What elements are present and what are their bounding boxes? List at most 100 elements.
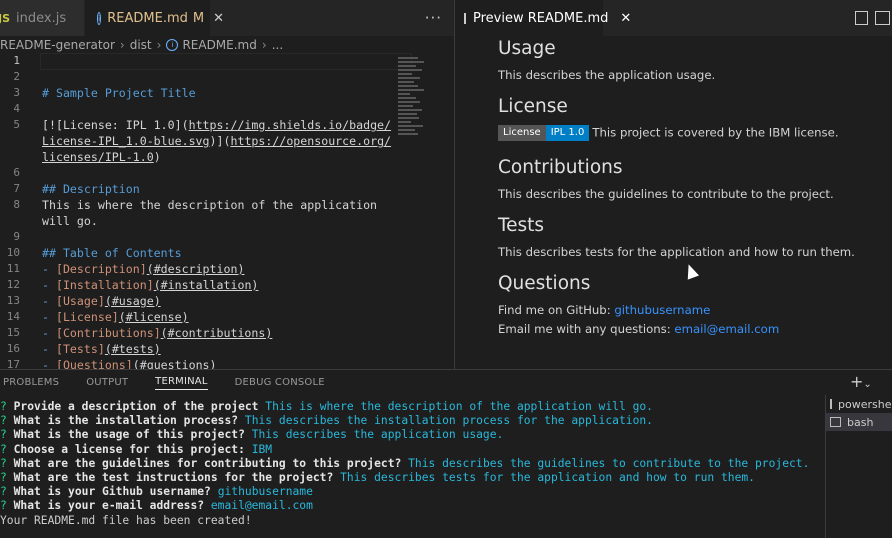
terminal-line: ? What are the test instructions for the…: [0, 470, 755, 484]
close-icon[interactable]: ✕: [620, 11, 631, 26]
tab-terminal[interactable]: TERMINAL: [155, 376, 208, 390]
split-editor-icon[interactable]: [875, 11, 890, 25]
terminal-line: ? Choose a license for this project: IBM: [0, 442, 273, 456]
heading-usage: Usage: [498, 38, 556, 59]
terminal-final-line: Your README.md file has been created!: [0, 513, 252, 527]
breadcrumb-item[interactable]: README-generator: [0, 38, 115, 52]
add-terminal-icon[interactable]: +: [850, 372, 863, 391]
chevron-right-icon: ›: [261, 38, 267, 52]
terminal-line: ? What is the installation process? This…: [0, 414, 653, 428]
terminal-list: powershell bash: [825, 395, 892, 538]
modified-indicator: M: [192, 10, 205, 26]
code-line-wrap: will go.: [42, 214, 98, 228]
paragraph-license: License IPL 1.0 This project is covered by…: [498, 125, 839, 141]
minimap[interactable]: [398, 57, 428, 147]
line-number: 5: [13, 118, 20, 131]
tab-preview-readme[interactable]: Preview README.md ✕: [455, 0, 631, 36]
tab-readme-md[interactable]: i README.md M ✕: [85, 0, 224, 36]
terminal-line: ? What is the usage of this project? Thi…: [0, 428, 504, 442]
bottom-panel: PROBLEMS OUTPUT TERMINAL DEBUG CONSOLE +…: [0, 369, 892, 538]
chevron-right-icon: ›: [119, 38, 125, 52]
line-number: 7: [13, 182, 20, 195]
tab-debug-console[interactable]: DEBUG CONSOLE: [235, 377, 325, 388]
info-icon: i: [97, 11, 102, 25]
editor-tab-bar: JS index.js i README.md M ✕ ···: [0, 0, 454, 36]
tab-index-js[interactable]: JS index.js: [0, 0, 84, 36]
code-line: ## Description: [42, 182, 140, 196]
chevron-right-icon: ›: [156, 38, 162, 52]
code-line-wrap: License-IPL_1.0-blue.svg)](https://opens…: [42, 134, 392, 148]
breadcrumb-item[interactable]: ...: [272, 38, 283, 52]
tab-label: Preview README.md: [473, 10, 609, 26]
paragraph-contributions: This describes the guidelines to contrib…: [498, 187, 834, 201]
panel-tab-bar: PROBLEMS OUTPUT TERMINAL DEBUG CONSOLE: [0, 370, 820, 395]
line-number: 15: [6, 326, 20, 339]
editor-scrollbar[interactable]: [444, 60, 454, 369]
terminal-line: ? What is your Github username? githubus…: [0, 485, 313, 499]
line-number: 16: [6, 342, 20, 355]
license-badge[interactable]: License IPL 1.0: [498, 125, 590, 141]
paragraph-tests: This describes tests for the application…: [498, 245, 855, 259]
terminal-line: ? What are the guidelines for contributi…: [0, 456, 810, 470]
paragraph-email: Email me with any questions: email@email…: [498, 322, 780, 336]
breadcrumb-item[interactable]: dist: [130, 38, 152, 52]
code-line: - [Tests](#tests): [42, 342, 161, 356]
tab-label: README.md: [107, 10, 188, 26]
code-line: ## Table of Contents: [42, 246, 182, 260]
line-number: 17: [6, 358, 20, 369]
terminal-line: ? What is your e-mail address? email@ema…: [0, 499, 313, 513]
preview-icon: [464, 12, 466, 24]
github-link[interactable]: githubusername: [614, 303, 710, 317]
line-number: 10: [6, 246, 20, 259]
heading-contributions: Contributions: [498, 157, 623, 178]
heading-questions: Questions: [498, 273, 591, 294]
line-number: 2: [13, 70, 20, 83]
open-source-icon[interactable]: [855, 11, 868, 25]
code-line: # Sample Project Title: [42, 86, 196, 100]
line-number: 6: [13, 166, 20, 179]
code-line-wrap: licenses/IPL-1.0): [42, 150, 161, 164]
chevron-down-icon[interactable]: ⌄: [863, 379, 871, 390]
code-line: This is where the description of the app…: [42, 198, 378, 212]
paragraph-usage: This describes the application usage.: [498, 68, 716, 82]
code-line: - [Contributions](#contributions): [42, 326, 273, 340]
code-line: - [Usage](#usage): [42, 294, 161, 308]
mouse-pointer-icon: [682, 262, 700, 280]
code-line: - [Questions](#questions): [42, 358, 217, 369]
terminal-output[interactable]: ? Provide a description of the project T…: [0, 400, 820, 528]
javascript-file-icon: JS: [0, 11, 11, 25]
tab-label: index.js: [16, 10, 67, 26]
current-line-highlight: [40, 53, 412, 70]
code-line: - [License](#license): [42, 310, 189, 324]
more-actions-icon[interactable]: ···: [425, 9, 442, 27]
line-number: 12: [6, 278, 20, 291]
terminal-icon: [830, 399, 832, 409]
tab-output[interactable]: OUTPUT: [86, 377, 128, 388]
editor-pane: JS index.js i README.md M ✕ ··· README-g…: [0, 0, 454, 369]
breadcrumb: README-generator › dist › i README.md › …: [0, 36, 454, 54]
line-number: 3: [13, 86, 20, 99]
code-editor[interactable]: 1 2 3 # Sample Project Title 4 5 [![Lice…: [0, 53, 454, 369]
line-number: 14: [6, 310, 20, 323]
terminal-item-powershell[interactable]: powershell: [826, 395, 892, 413]
heading-license: License: [498, 96, 568, 117]
panel-actions: +⌄: [850, 372, 872, 391]
line-number: 9: [13, 230, 20, 243]
code-line: [![License: IPL 1.0](https://img.shields…: [42, 118, 392, 132]
email-link[interactable]: email@email.com: [674, 322, 779, 336]
close-icon[interactable]: ✕: [213, 11, 224, 26]
tab-problems[interactable]: PROBLEMS: [3, 377, 59, 388]
code-line: - [Description](#description): [42, 262, 245, 276]
code-line: - [Installation](#installation): [42, 278, 259, 292]
info-icon: i: [166, 39, 179, 51]
line-number: 8: [13, 198, 20, 211]
paragraph-github: Find me on GitHub: githubusername: [498, 303, 711, 317]
terminal-item-bash[interactable]: bash: [826, 413, 892, 431]
line-number: 4: [13, 102, 20, 115]
heading-tests: Tests: [498, 215, 545, 236]
line-number: 13: [6, 294, 20, 307]
line-number: 1: [13, 54, 20, 67]
line-number: 11: [6, 262, 20, 275]
terminal-line: ? Provide a description of the project T…: [0, 400, 653, 413]
breadcrumb-item[interactable]: README.md: [182, 38, 256, 52]
